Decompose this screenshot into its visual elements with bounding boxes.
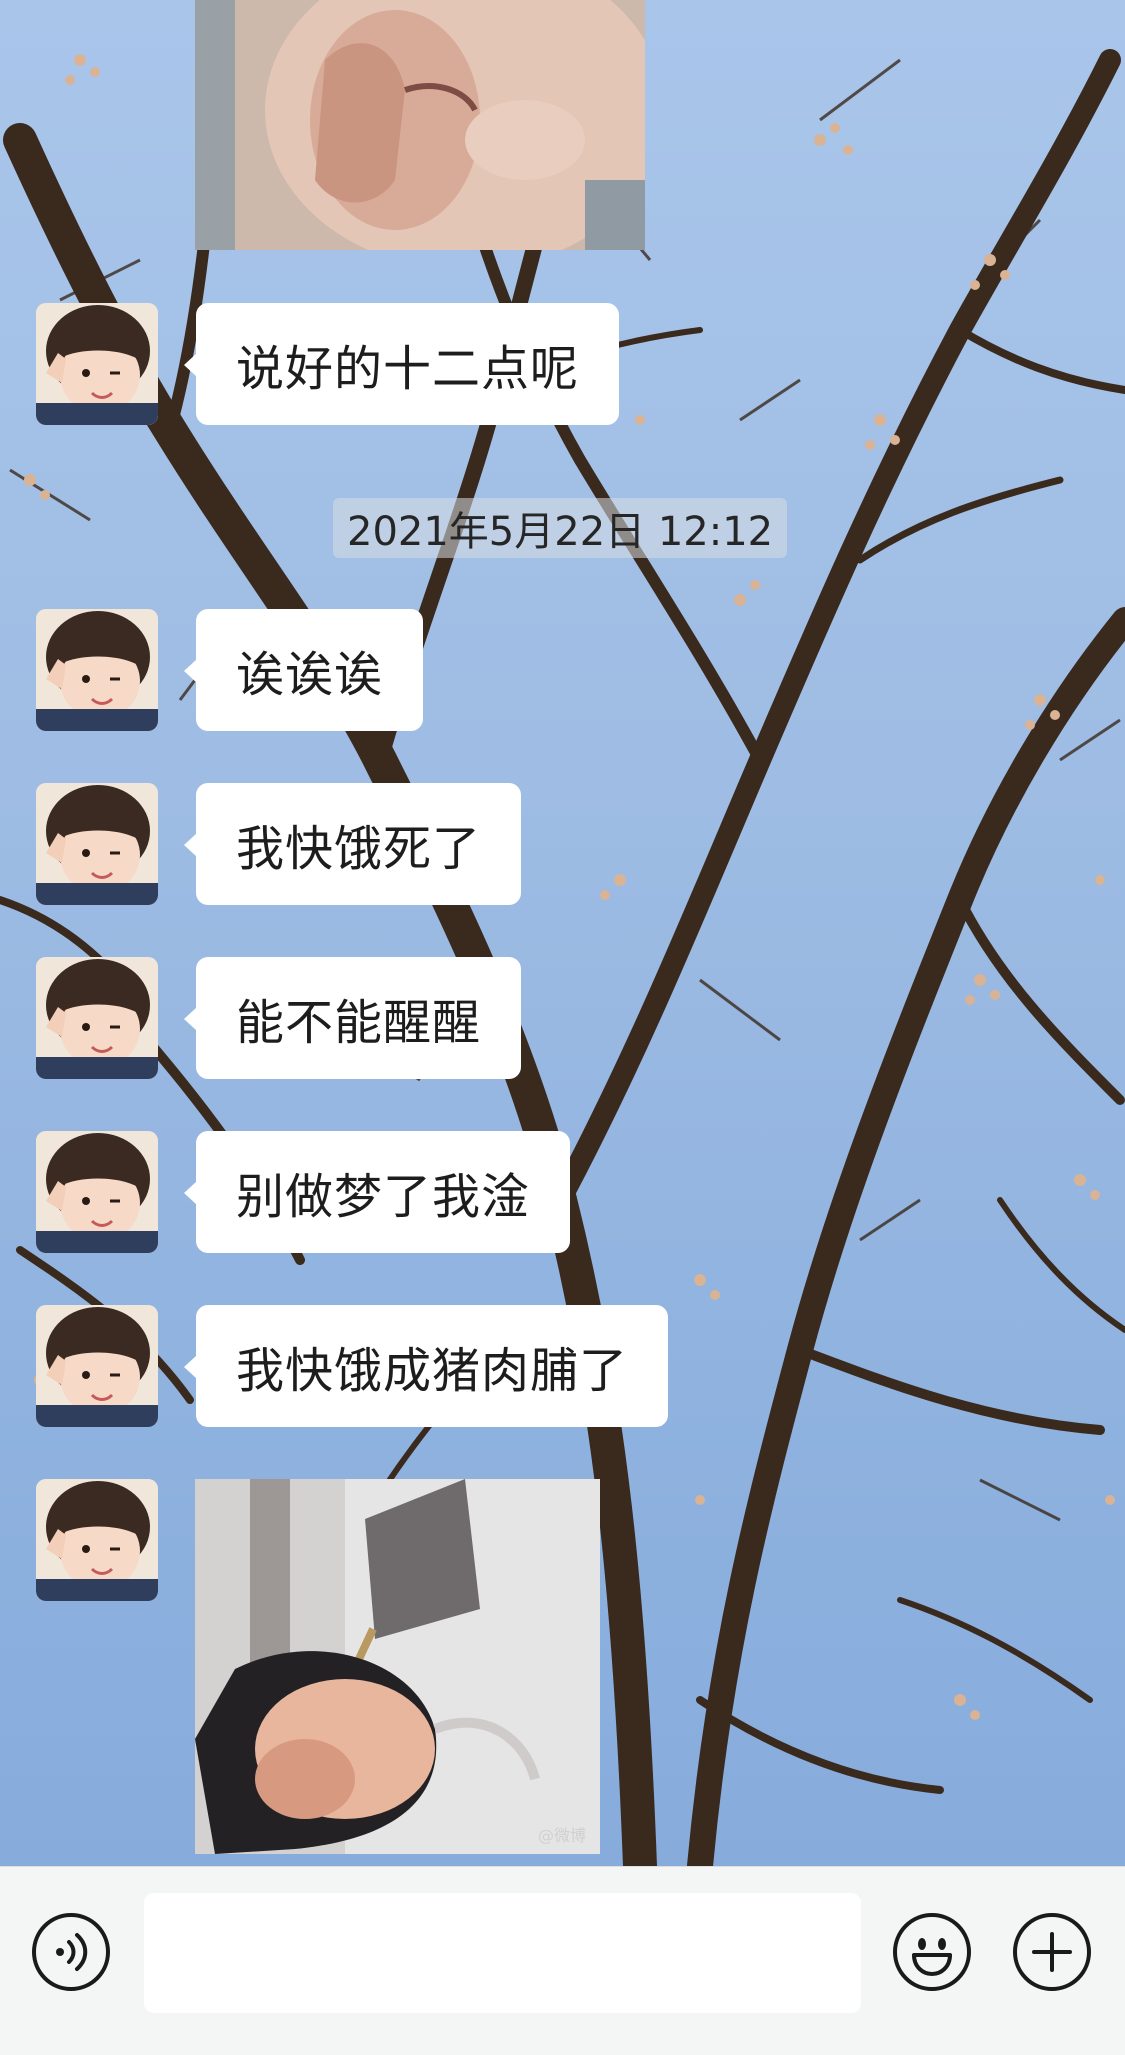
plus-button[interactable] <box>1013 1913 1091 1991</box>
message-bubble[interactable]: 诶诶诶 <box>183 609 424 731</box>
child-nose-picking-sticker-icon <box>195 0 645 250</box>
message-bubble[interactable]: 说好的十二点呢 <box>183 303 620 425</box>
avatar[interactable] <box>36 783 158 905</box>
sticker-cleaver[interactable]: @微博 <box>195 1479 600 1854</box>
message-bubble[interactable]: 我快饿成猪肉脯了 <box>183 1305 669 1427</box>
chat-timestamp: 2021年5月22日 12:12 <box>333 498 788 558</box>
emoji-icon <box>912 1938 952 1976</box>
voice-button[interactable] <box>32 1913 110 1991</box>
message-input[interactable] <box>144 1893 861 2013</box>
message-bubble[interactable]: 我快饿死了 <box>183 783 522 905</box>
avatar[interactable] <box>36 609 158 731</box>
message-bubble[interactable]: 别做梦了我淦 <box>183 1131 571 1253</box>
child-avatar-icon <box>36 1131 158 1253</box>
child-avatar-icon <box>36 1305 158 1427</box>
avatar[interactable] <box>36 1479 158 1601</box>
chat-input-bar <box>0 1866 1125 2055</box>
child-avatar-icon <box>36 303 158 425</box>
avatar[interactable] <box>36 1305 158 1427</box>
child-avatar-icon <box>36 957 158 1079</box>
avatar[interactable] <box>36 303 158 425</box>
child-avatar-icon <box>36 783 158 905</box>
plus-icon <box>1032 1932 1072 1972</box>
emoji-button[interactable] <box>893 1913 971 1991</box>
avatar[interactable] <box>36 1131 158 1253</box>
hand-holding-cleaver-sticker-icon <box>195 1479 600 1854</box>
child-avatar-icon <box>36 609 158 731</box>
sticker-child[interactable] <box>195 0 645 250</box>
voice-icon <box>56 1933 88 1971</box>
child-avatar-icon <box>36 1479 158 1601</box>
sticker-watermark: @微博 <box>537 1826 586 1845</box>
avatar[interactable] <box>36 957 158 1079</box>
message-bubble[interactable]: 能不能醒醒 <box>183 957 522 1079</box>
